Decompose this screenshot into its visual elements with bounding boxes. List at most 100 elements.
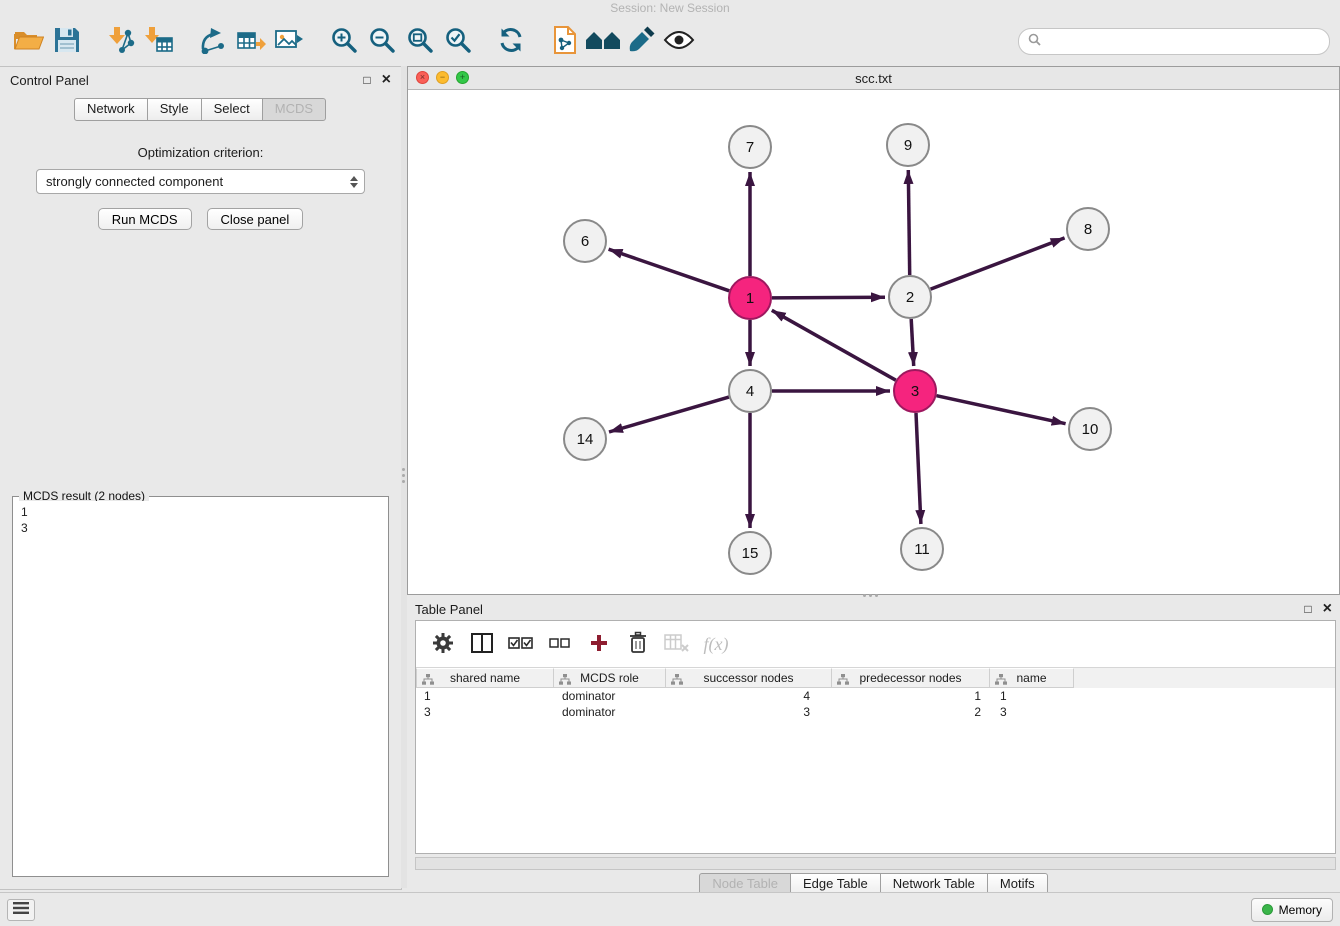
- first-neighbors-button[interactable]: [584, 21, 622, 61]
- tab-style[interactable]: Style: [147, 98, 202, 121]
- table-splitter-handle[interactable]: [863, 594, 878, 597]
- maximize-window-icon[interactable]: +: [456, 71, 469, 84]
- zoom-out-button[interactable]: [362, 21, 400, 61]
- cell-predecessor-nodes[interactable]: 2: [832, 705, 990, 719]
- style-button[interactable]: [622, 21, 660, 61]
- close-panel-icon[interactable]: ×: [382, 73, 391, 87]
- load-table-button[interactable]: [232, 21, 270, 61]
- search-icon: [1028, 33, 1041, 49]
- column-header-successor-nodes[interactable]: successor nodes: [666, 668, 832, 688]
- column-type-icon: [559, 674, 571, 688]
- mcds-result-groupbox: MCDS result (2 nodes) 1 3: [12, 496, 389, 877]
- column-header-label: shared name: [450, 671, 520, 685]
- float-panel-icon[interactable]: □: [363, 74, 370, 86]
- criterion-select[interactable]: strongly connected component: [36, 169, 365, 194]
- deselect-all-columns-button[interactable]: [547, 629, 573, 659]
- close-panel-button[interactable]: Close panel: [207, 208, 304, 230]
- column-header-predecessor-nodes[interactable]: predecessor nodes: [832, 668, 990, 688]
- zoom-in-button[interactable]: [324, 21, 362, 61]
- graph-edge-2-8[interactable]: [931, 238, 1065, 289]
- run-mcds-button[interactable]: Run MCDS: [98, 208, 192, 230]
- zoom-fit-button[interactable]: [400, 21, 438, 61]
- refresh-icon: [497, 26, 525, 57]
- splitter-handle[interactable]: [402, 468, 405, 483]
- column-header-name[interactable]: name: [990, 668, 1074, 688]
- import-table-button[interactable]: [140, 21, 178, 61]
- import-network-button[interactable]: [102, 21, 140, 61]
- graph-node-label: 7: [746, 139, 754, 156]
- control-panel-tabs: Network Style Select MCDS: [74, 98, 401, 121]
- delete-column-button[interactable]: [625, 629, 651, 659]
- show-columns-button[interactable]: [469, 629, 495, 659]
- column-type-icon: [671, 674, 683, 688]
- show-hide-button[interactable]: [660, 21, 698, 61]
- tab-mcds[interactable]: MCDS: [262, 98, 326, 121]
- cell-shared-name[interactable]: 3: [416, 705, 554, 719]
- graph-node-label: 15: [742, 545, 759, 562]
- criterion-select-value: strongly connected component: [46, 174, 223, 189]
- table-settings-button[interactable]: [430, 629, 456, 659]
- network-graph[interactable]: 7968124314101511: [408, 90, 1339, 593]
- open-file-button[interactable]: [10, 21, 48, 61]
- column-header-label: predecessor nodes: [859, 671, 961, 685]
- tab-network[interactable]: Network: [74, 98, 148, 121]
- search-box[interactable]: [1018, 28, 1330, 55]
- graph-edge-2-9[interactable]: [908, 170, 909, 275]
- paint-brush-icon: [627, 26, 655, 57]
- graph-node-label: 3: [911, 383, 919, 400]
- graph-edge-3-1[interactable]: [772, 310, 896, 380]
- result-item[interactable]: 1: [21, 504, 380, 520]
- tab-select[interactable]: Select: [201, 98, 263, 121]
- graph-edge-4-14[interactable]: [609, 397, 729, 432]
- graph-edge-1-2[interactable]: [772, 297, 885, 298]
- memory-label: Memory: [1279, 903, 1322, 917]
- table-row[interactable]: 3 dominator 3 2 3: [416, 704, 1335, 720]
- table-row[interactable]: 1 dominator 4 1 1: [416, 688, 1335, 704]
- apply-layout-button[interactable]: [492, 21, 530, 61]
- cell-mcds-role[interactable]: dominator: [554, 689, 666, 703]
- graph-edge-2-3[interactable]: [911, 319, 914, 366]
- graph-edge-1-6[interactable]: [609, 249, 730, 291]
- graph-edge-3-11[interactable]: [916, 413, 921, 524]
- optimization-criterion-label: Optimization criterion:: [0, 145, 401, 160]
- table-toolbar: f(x): [416, 621, 1335, 667]
- graph-node-label: 2: [906, 289, 914, 306]
- export-image-button[interactable]: [270, 21, 308, 61]
- task-history-button[interactable]: [7, 899, 35, 921]
- memory-button[interactable]: Memory: [1251, 898, 1333, 922]
- table-panel-body: f(x) shared name MCDS role: [415, 620, 1336, 854]
- list-icon: [13, 902, 29, 917]
- window-titlebar: Session: New Session: [0, 0, 1340, 16]
- cell-predecessor-nodes[interactable]: 1: [832, 689, 990, 703]
- network-file-button[interactable]: [546, 21, 584, 61]
- cell-successor-nodes[interactable]: 3: [666, 705, 832, 719]
- cell-name[interactable]: 1: [990, 689, 1074, 703]
- load-network-button[interactable]: [194, 21, 232, 61]
- graph-node-label: 11: [914, 541, 930, 558]
- graph-node-label: 8: [1084, 221, 1092, 238]
- column-header-mcds-role[interactable]: MCDS role: [554, 668, 666, 688]
- search-input[interactable]: [1047, 33, 1320, 50]
- cell-mcds-role[interactable]: dominator: [554, 705, 666, 719]
- save-session-button[interactable]: [48, 21, 86, 61]
- select-updown-icon: [350, 176, 358, 188]
- minimize-window-icon[interactable]: −: [436, 71, 449, 84]
- cell-successor-nodes[interactable]: 4: [666, 689, 832, 703]
- close-window-icon[interactable]: ×: [416, 71, 429, 84]
- select-all-columns-button[interactable]: [508, 629, 534, 659]
- close-table-panel-icon[interactable]: ×: [1323, 602, 1332, 616]
- function-builder-button[interactable]: f(x): [703, 629, 729, 659]
- result-item[interactable]: 3: [21, 520, 380, 536]
- cell-shared-name[interactable]: 1: [416, 689, 554, 703]
- mcds-result-list[interactable]: 1 3: [15, 501, 386, 874]
- memory-status-icon: [1262, 904, 1273, 915]
- delete-table-button[interactable]: [664, 629, 690, 659]
- graph-edge-3-10[interactable]: [937, 396, 1066, 424]
- zoom-selected-button[interactable]: [438, 21, 476, 61]
- column-header-shared-name[interactable]: shared name: [416, 668, 554, 688]
- add-column-button[interactable]: [586, 629, 612, 659]
- float-table-panel-icon[interactable]: □: [1304, 603, 1311, 615]
- control-panel-window-buttons: □ ×: [363, 73, 391, 87]
- table-horizontal-scrollbar[interactable]: [415, 857, 1336, 870]
- cell-name[interactable]: 3: [990, 705, 1074, 719]
